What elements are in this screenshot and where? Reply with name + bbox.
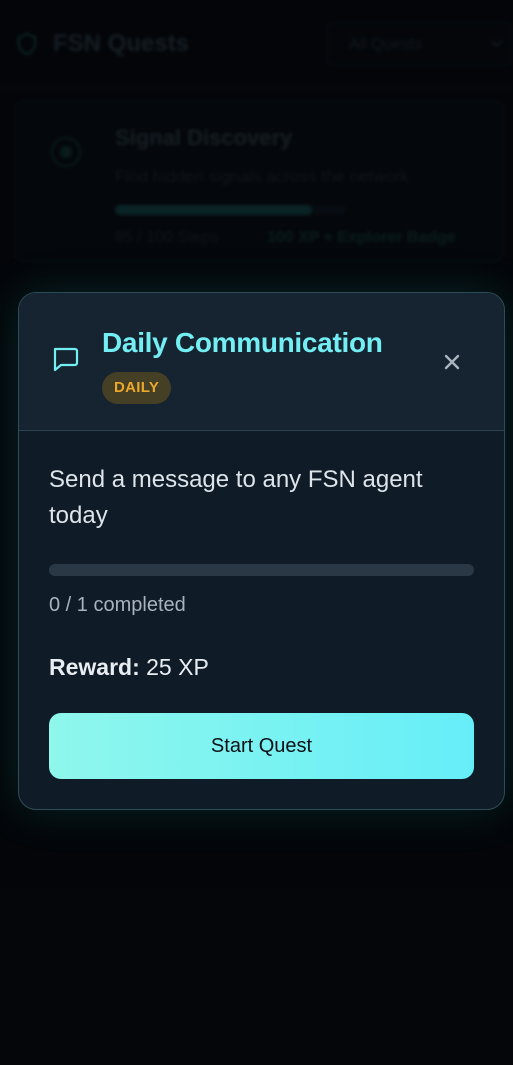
daily-badge: DAILY: [102, 372, 172, 404]
reward-value: 25 XP: [146, 654, 209, 680]
progress-text: 0 / 1 completed: [49, 594, 186, 616]
close-button[interactable]: [437, 347, 467, 377]
progress-bar: [49, 564, 474, 576]
modal-header: Daily Communication DAILY: [19, 293, 504, 431]
modal-title: Daily Communication: [102, 327, 383, 358]
quest-detail-modal: Daily Communication DAILY Send a message…: [18, 292, 505, 810]
message-square-icon: [53, 347, 79, 372]
page: FSN Quests All Quests Signal Discovery F…: [0, 0, 513, 1065]
quest-description: Send a message to any FSN agent today: [49, 466, 423, 529]
start-quest-button[interactable]: Start Quest: [49, 713, 474, 779]
reward-label: Reward:: [49, 654, 140, 680]
close-icon: [444, 354, 460, 370]
reward-row: Reward: 25 XP: [49, 654, 209, 681]
